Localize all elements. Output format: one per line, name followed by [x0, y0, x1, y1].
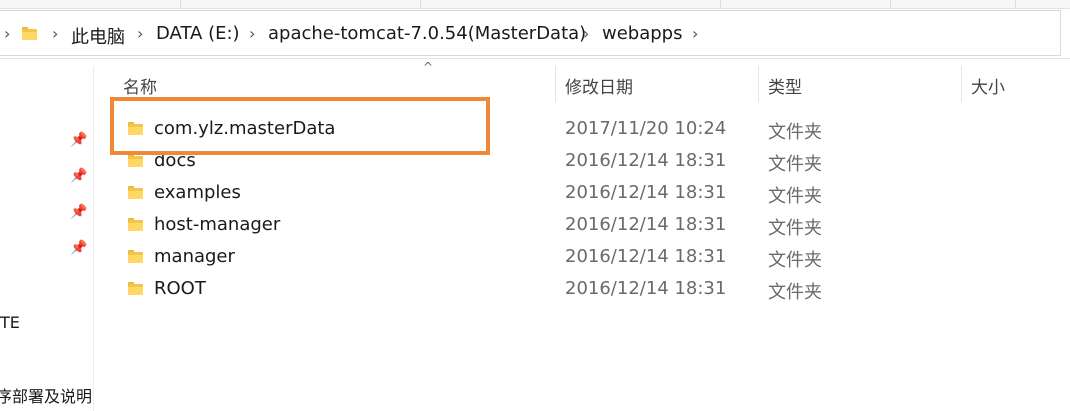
folder-icon	[128, 186, 143, 199]
column-header-size[interactable]: 大小	[971, 73, 1005, 98]
breadcrumb-item-drive[interactable]: DATA (E:)	[156, 23, 240, 44]
pin-icon[interactable]: 📌	[70, 240, 87, 256]
file-date: 2016/12/14 18:31	[565, 278, 727, 299]
file-type: 文件夹	[768, 282, 822, 303]
column-header-name[interactable]: 名称	[123, 73, 157, 98]
file-row[interactable]: examples 2016/12/14 18:31 文件夹	[93, 177, 1070, 209]
file-date: 2016/12/14 18:31	[565, 246, 727, 267]
file-type: 文件夹	[768, 250, 822, 271]
file-name: examples	[154, 182, 241, 203]
pin-icon[interactable]: 📌	[70, 168, 87, 184]
sort-ascending-icon: ^	[423, 60, 434, 74]
column-header-type[interactable]: 类型	[768, 73, 802, 98]
chevron-right-icon[interactable]: ›	[52, 24, 58, 43]
file-name: host-manager	[154, 214, 281, 235]
chevron-left-icon: ›	[4, 24, 11, 43]
nav-item-label[interactable]: 序部署及说明	[0, 383, 92, 407]
file-date: 2016/12/14 18:31	[565, 150, 727, 171]
pin-icon[interactable]: 📌	[70, 132, 87, 148]
file-row[interactable]: manager 2016/12/14 18:31 文件夹	[93, 241, 1070, 273]
file-row[interactable]: ROOT 2016/12/14 18:31 文件夹	[93, 273, 1070, 305]
address-bar[interactable]: › › 此电脑 › DATA (E:) › apache-tomcat-7.0.…	[0, 10, 1070, 59]
highlight-box	[110, 97, 490, 155]
column-header-date[interactable]: 修改日期	[565, 73, 633, 98]
file-date: 2016/12/14 18:31	[565, 214, 727, 235]
folder-icon	[128, 154, 143, 167]
navigation-pane: 📌 📌 📌 📌 TE 序部署及说明	[0, 66, 94, 411]
breadcrumb-item-tomcat[interactable]: apache-tomcat-7.0.54(MasterData)	[268, 23, 586, 44]
chevron-right-icon[interactable]: ›	[137, 24, 143, 43]
file-row[interactable]: host-manager 2016/12/14 18:31 文件夹	[93, 209, 1070, 241]
file-date: 2017/11/20 10:24	[565, 118, 727, 139]
breadcrumb[interactable]: › › 此电脑 › DATA (E:) › apache-tomcat-7.0.…	[0, 10, 1061, 56]
file-date: 2016/12/14 18:31	[565, 182, 727, 203]
chevron-right-icon[interactable]: ›	[249, 24, 255, 43]
chevron-right-icon[interactable]: ›	[692, 24, 698, 43]
folder-icon	[128, 250, 143, 263]
file-type: 文件夹	[768, 218, 822, 239]
breadcrumb-item-webapps[interactable]: webapps	[602, 23, 682, 44]
folder-icon	[22, 27, 37, 40]
file-type: 文件夹	[768, 122, 822, 143]
breadcrumb-item-this-pc[interactable]: 此电脑	[71, 23, 125, 49]
file-type: 文件夹	[768, 186, 822, 207]
nav-item-label[interactable]: TE	[0, 313, 20, 332]
folder-icon	[128, 282, 143, 295]
toolbar-strip	[0, 0, 1070, 9]
file-name: ROOT	[154, 278, 206, 299]
file-name: manager	[154, 246, 235, 267]
chevron-right-icon[interactable]: ›	[583, 24, 589, 43]
file-type: 文件夹	[768, 154, 822, 175]
folder-icon	[128, 218, 143, 231]
pin-icon[interactable]: 📌	[70, 204, 87, 220]
